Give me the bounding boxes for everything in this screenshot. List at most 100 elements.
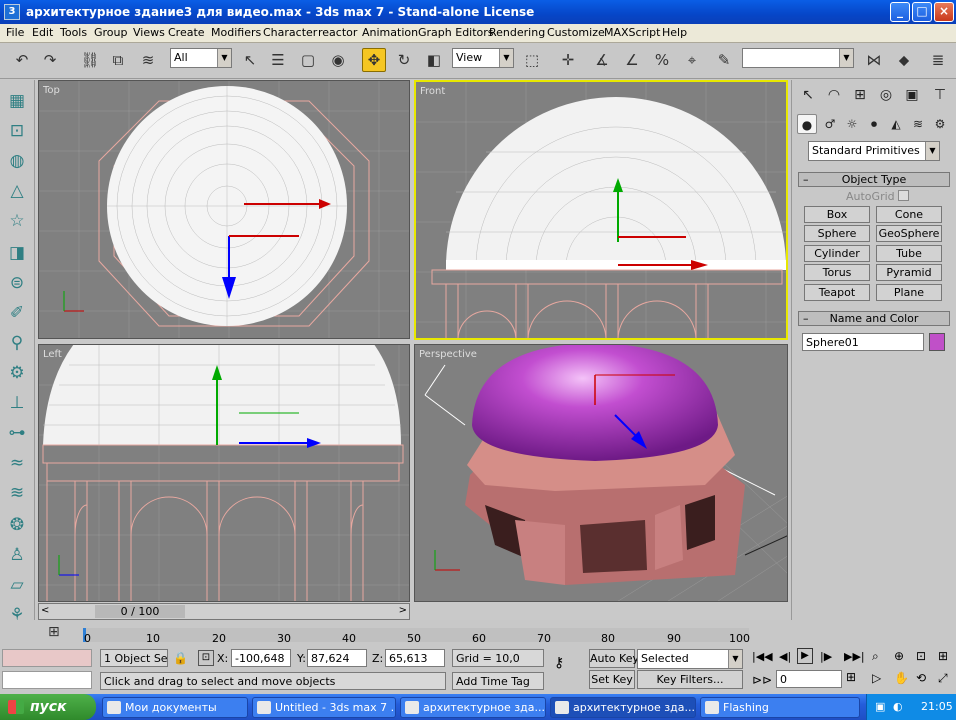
ref-coord-dropdown[interactable]: View ▼: [452, 48, 514, 68]
scale-icon[interactable]: ◧: [422, 48, 446, 72]
select-object-icon[interactable]: ↖: [238, 48, 262, 72]
clock[interactable]: 21:05: [921, 694, 953, 720]
slider-left-arrow-icon[interactable]: <: [41, 605, 49, 616]
z-coordinate-field[interactable]: 65,613: [385, 649, 445, 667]
viewport-top[interactable]: Top: [38, 80, 410, 339]
viewport-label-left[interactable]: Left: [43, 349, 62, 360]
create-box-icon[interactable]: ▦: [4, 88, 30, 114]
menu-modifiers[interactable]: Modifiers: [211, 26, 261, 39]
goto-end-icon[interactable]: ▶▶|: [844, 650, 865, 663]
category-dropdown[interactable]: Standard Primitives ▼: [808, 141, 940, 161]
y-coordinate-field[interactable]: 87,624: [307, 649, 367, 667]
maximize-button[interactable]: □: [912, 2, 932, 22]
menu-character[interactable]: Character: [263, 26, 317, 39]
current-frame-field[interactable]: 0: [776, 670, 842, 688]
rect-selection-icon[interactable]: ▢: [296, 48, 320, 72]
name-color-rollout[interactable]: – Name and Color: [798, 311, 950, 326]
spinner-snap-icon[interactable]: ⌖: [680, 48, 704, 72]
goto-start-icon[interactable]: |◀◀: [752, 650, 773, 663]
box-button[interactable]: Box: [804, 206, 870, 223]
modify-tab-icon[interactable]: ◠: [822, 83, 846, 107]
zoom-icon[interactable]: ⌕: [872, 649, 879, 664]
selection-filter-dropdown[interactable]: All ▼: [170, 48, 232, 68]
close-button[interactable]: ×: [934, 2, 954, 22]
menu-tools[interactable]: Tools: [60, 26, 87, 39]
auto-key-button[interactable]: Auto Key: [589, 649, 639, 668]
time-config-icon[interactable]: ⊞: [846, 670, 856, 684]
tray-icon[interactable]: ▣: [875, 694, 885, 720]
create-star-icon[interactable]: ☆: [4, 208, 30, 234]
unlink-icon[interactable]: ⧉: [106, 48, 130, 72]
zoom-all-icon[interactable]: ⊕: [894, 649, 904, 663]
torus-button[interactable]: Torus: [804, 264, 870, 281]
tube-button[interactable]: Tube: [876, 245, 942, 262]
arc-rotate-icon[interactable]: ⟲: [916, 671, 926, 685]
menu-help[interactable]: Help: [662, 26, 687, 39]
create-camera-icon[interactable]: ⊜: [4, 270, 30, 296]
slider-right-arrow-icon[interactable]: >: [399, 605, 407, 616]
sphere-button[interactable]: Sphere: [804, 225, 870, 242]
menu-file[interactable]: File: [6, 26, 24, 39]
systems-icon[interactable]: ⚙: [930, 114, 950, 134]
menu-maxscript[interactable]: MAXScript: [604, 26, 660, 39]
set-key-button[interactable]: Set Key: [589, 670, 635, 689]
time-slider[interactable]: < 0 / 100 >: [38, 603, 410, 620]
cone-button[interactable]: Cone: [876, 206, 942, 223]
task-flashing[interactable]: Flashing: [700, 697, 860, 718]
create-helper-icon[interactable]: ✐: [4, 300, 30, 326]
create-light-icon[interactable]: ◨: [4, 240, 30, 266]
geosphere-button[interactable]: GeoSphere: [876, 225, 942, 242]
move-icon[interactable]: ✥: [362, 48, 386, 72]
spacewarps-icon[interactable]: ≋: [908, 114, 928, 134]
maxscript-listener-mini[interactable]: [2, 649, 92, 667]
prev-frame-icon[interactable]: ◀|: [779, 650, 791, 663]
create-cylinder-icon[interactable]: ⊡: [4, 118, 30, 144]
snap-3d-icon[interactable]: ∡: [590, 48, 614, 72]
create-particle-icon[interactable]: ⊶: [4, 420, 30, 446]
pan-icon[interactable]: ✋: [894, 671, 909, 685]
menu-views[interactable]: Views: [133, 26, 165, 39]
create-wind-icon[interactable]: ≈: [4, 450, 30, 476]
select-by-name-icon[interactable]: ☰: [266, 48, 290, 72]
menu-reactor[interactable]: reactor: [318, 26, 357, 39]
app-icon[interactable]: 3: [4, 4, 20, 20]
align-icon[interactable]: ⬥: [892, 48, 916, 72]
cameras-icon[interactable]: ⏺: [864, 114, 884, 134]
select-manipulate-icon[interactable]: ✛: [556, 48, 580, 72]
display-tab-icon[interactable]: ▣: [900, 83, 924, 107]
menu-animation[interactable]: Animation: [362, 26, 418, 39]
viewport-label-top[interactable]: Top: [43, 85, 60, 96]
create-spacewarp-icon[interactable]: ⚲: [4, 330, 30, 356]
percent-snap-icon[interactable]: %: [650, 48, 674, 72]
pivot-center-icon[interactable]: ⬚: [520, 48, 544, 72]
object-type-rollout[interactable]: – Object Type: [798, 172, 950, 187]
viewport-left[interactable]: Left: [38, 344, 410, 602]
key-icon[interactable]: ⚷: [554, 655, 564, 671]
create-tab-icon[interactable]: ↖: [796, 83, 820, 107]
redo-icon[interactable]: ↷: [38, 48, 62, 72]
viewport-front[interactable]: Front: [414, 80, 788, 340]
bind-spacewarp-icon[interactable]: ≋: [136, 48, 160, 72]
play-icon[interactable]: ▶: [797, 648, 813, 664]
task-untitled-3dsmax[interactable]: Untitled - 3ds max 7 ...: [252, 697, 396, 718]
lights-icon[interactable]: ☼: [842, 114, 862, 134]
key-mode-dropdown[interactable]: Selected ▼: [637, 649, 743, 669]
mirror-icon[interactable]: ⋈: [862, 48, 886, 72]
menu-edit[interactable]: Edit: [32, 26, 53, 39]
menu-customize[interactable]: Customize: [547, 26, 605, 39]
motion-tab-icon[interactable]: ◎: [874, 83, 898, 107]
x-coordinate-field[interactable]: -100,648: [231, 649, 291, 667]
object-name-field[interactable]: Sphere01: [802, 333, 924, 351]
window-crossing-icon[interactable]: ◉: [326, 48, 350, 72]
maxscript-input-mini[interactable]: [2, 671, 92, 689]
viewport-perspective[interactable]: Perspective: [414, 344, 788, 602]
link-icon[interactable]: ⛓: [78, 48, 102, 72]
hierarchy-tab-icon[interactable]: ⊞: [848, 83, 872, 107]
menu-rendering[interactable]: Rendering: [489, 26, 545, 39]
trackbar-icon[interactable]: ⊞: [48, 624, 66, 642]
add-time-tag[interactable]: Add Time Tag: [452, 672, 544, 690]
edit-named-sel-icon[interactable]: ✎: [712, 48, 736, 72]
minimize-button[interactable]: _: [890, 2, 910, 22]
shapes-icon[interactable]: ♂: [820, 114, 840, 134]
geometry-icon[interactable]: ●: [797, 114, 817, 134]
